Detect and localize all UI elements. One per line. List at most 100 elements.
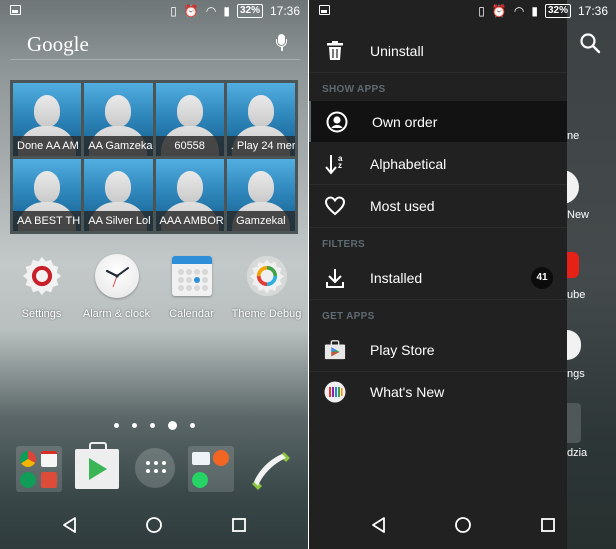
google-logo: Google: [27, 32, 89, 56]
alphabetical-item[interactable]: az Alphabetical: [309, 143, 567, 184]
app-calendar[interactable]: Calendar: [154, 252, 229, 320]
whatsapp-icon: [192, 472, 208, 488]
peek-label: dzia: [567, 447, 588, 459]
avatar-placeholder-icon: [105, 95, 132, 127]
home-icon[interactable]: [453, 515, 473, 535]
recents-icon[interactable]: [229, 515, 249, 535]
app-theme-debug[interactable]: Theme Debug: [229, 252, 304, 320]
search-icon[interactable]: [579, 32, 601, 54]
wifi-icon: ◠: [513, 4, 525, 18]
app-label: Alarm & clock: [82, 308, 151, 320]
installed-item[interactable]: Installed 41: [309, 257, 567, 298]
peek-label: ngs: [567, 368, 585, 380]
most-used-item[interactable]: Most used: [309, 185, 567, 226]
status-time: 17:36: [269, 4, 300, 18]
contact-tile[interactable]: . Play 24 mer: [226, 83, 295, 156]
menu-label: Installed: [370, 269, 423, 286]
contact-name: Gamzekal: [226, 211, 295, 231]
avatar-placeholder-icon: [176, 95, 203, 127]
status-bar: ▯ ⏰ ◠ ▮ 32% 17:36: [0, 0, 308, 24]
hangouts-icon: [20, 472, 36, 488]
page-dot[interactable]: [149, 423, 155, 428]
section-header-filters: FILTERS: [322, 239, 366, 250]
battery-indicator: 32%: [236, 4, 263, 18]
menu-label: Play Store: [370, 341, 435, 358]
google-plus-icon: [41, 472, 57, 488]
page-dot[interactable]: [131, 423, 137, 428]
app-label: Theme Debug: [231, 308, 302, 320]
avatar-placeholder-icon: [105, 170, 132, 203]
folder-peek-icon: [567, 403, 581, 443]
calendar-icon: [168, 252, 216, 300]
messaging-folder[interactable]: [188, 446, 234, 492]
app-label: Settings: [21, 308, 62, 320]
menu-label: Alphabetical: [370, 155, 447, 172]
apps-grid-icon[interactable]: [135, 448, 175, 488]
avatar-placeholder-icon: [247, 170, 274, 203]
play-store-item[interactable]: Play Store: [309, 329, 567, 370]
peek-label: New: [567, 209, 590, 221]
gmail-icon: [41, 451, 57, 467]
menu-label: Uninstall: [370, 42, 424, 59]
back-icon[interactable]: [60, 515, 80, 535]
page-indicator: [0, 421, 308, 430]
google-folder[interactable]: [16, 446, 62, 492]
heart-icon: [324, 195, 346, 217]
divider: [309, 72, 567, 73]
settings-peek-icon: [567, 330, 581, 360]
uninstall-item[interactable]: Uninstall: [309, 30, 567, 71]
contact-tile[interactable]: AA Gamzeka: [84, 83, 153, 156]
app-alarm-clock[interactable]: Alarm & clock: [79, 252, 154, 320]
image-notification-icon: [319, 5, 330, 15]
avatar-placeholder-icon: [34, 170, 61, 203]
contact-name: 60558: [155, 135, 224, 156]
sort-alpha-icon: az: [324, 153, 346, 175]
google-search-bar[interactable]: Google: [10, 28, 300, 60]
whats-new-item[interactable]: What's New: [309, 371, 567, 412]
navigation-bar: [0, 499, 308, 549]
contact-tile[interactable]: AA Silver Lol: [84, 158, 153, 231]
contact-name: AA BEST THI: [13, 211, 82, 231]
contact-tile[interactable]: Done AA AM: [13, 83, 82, 156]
messages-icon: [192, 452, 210, 465]
page-dot[interactable]: [189, 423, 195, 428]
vibrate-icon: ▯: [478, 4, 485, 18]
drawer-menu: ▯ ⏰ ◠ ▮ 32% 17:36 Uninstall SHOW APPS Ow…: [309, 0, 608, 549]
page-dot[interactable]: [113, 423, 119, 428]
status-time: 17:36: [577, 4, 608, 18]
phone-icon[interactable]: [246, 446, 294, 494]
contact-tile[interactable]: AAA AMBOR: [155, 158, 224, 231]
navigation-bar: [309, 499, 616, 549]
mic-icon[interactable]: [276, 34, 287, 52]
contact-tile[interactable]: 60558: [155, 83, 224, 156]
person-circle-icon: [326, 111, 348, 133]
recents-icon[interactable]: [538, 515, 558, 535]
contact-name: . Play 24 mer: [226, 135, 295, 156]
tumblr-icon: [213, 450, 229, 466]
installed-count-badge: 41: [531, 266, 553, 289]
own-order-item[interactable]: Own order: [309, 101, 567, 142]
battery-indicator: 32%: [544, 4, 571, 18]
status-bar: ▯ ⏰ ◠ ▮ 32% 17:36: [309, 0, 616, 24]
download-icon: [324, 267, 346, 289]
app-settings[interactable]: Settings: [4, 252, 79, 320]
avatar-placeholder-icon: [176, 170, 203, 203]
play-store-icon[interactable]: [75, 442, 119, 489]
avatar-placeholder-icon: [247, 95, 274, 127]
chrome-icon: [20, 451, 36, 467]
section-header-get-apps: GET APPS: [322, 311, 375, 322]
play-store-icon: [324, 339, 346, 361]
contact-tile[interactable]: Gamzekal: [226, 158, 295, 231]
alarm-icon: ⏰: [183, 4, 199, 18]
contact-tile[interactable]: AA BEST THI: [13, 158, 82, 231]
app-label: Calendar: [169, 308, 214, 320]
home-icon[interactable]: [144, 515, 164, 535]
contact-name: AA Silver Lol: [84, 211, 153, 231]
whats-new-icon: [324, 381, 346, 403]
page-dot-active[interactable]: [167, 421, 177, 430]
app-grid-behind: ne New ube ngs dzia: [561, 0, 616, 549]
contacts-widget: Done AA AM AA Gamzeka 60558 . Play 24 me…: [10, 80, 298, 234]
divider: [309, 299, 567, 300]
menu-label: Own order: [372, 113, 438, 130]
back-icon[interactable]: [369, 515, 389, 535]
